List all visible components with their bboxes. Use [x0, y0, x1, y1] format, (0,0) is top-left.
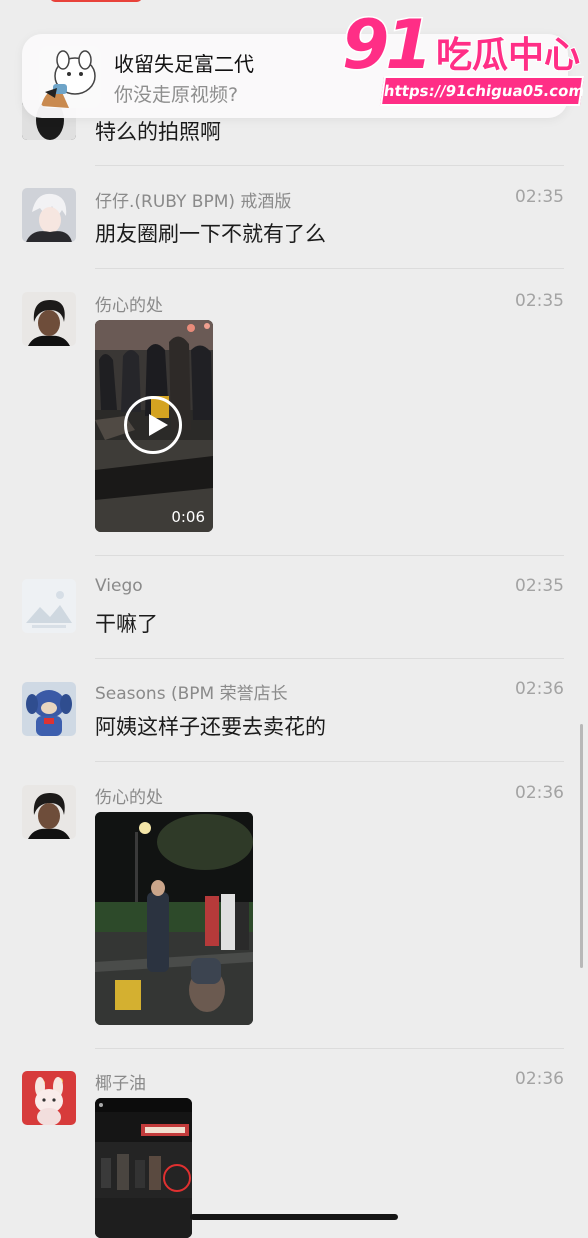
avatar[interactable] [22, 785, 76, 839]
avatar[interactable] [22, 579, 76, 633]
video-message[interactable] [95, 1098, 192, 1238]
sender-name: Seasons (BPM 荣誉店长 [95, 684, 288, 704]
divider [95, 658, 564, 659]
avatar[interactable] [22, 682, 76, 736]
divider [95, 1048, 564, 1049]
message-time: 02:35 [515, 291, 564, 311]
message-text: 朋友圈刷一下不就有了么 [95, 222, 326, 246]
watermark-logo: 91 [341, 6, 435, 85]
divider [95, 761, 564, 762]
divider [95, 555, 564, 556]
message-time: 02:35 [515, 187, 564, 207]
status-pill [50, 0, 142, 2]
avatar[interactable] [22, 1071, 76, 1125]
scrollbar[interactable] [580, 724, 583, 968]
watermark-url: https://91chigua05.com [379, 76, 585, 106]
message-time: 02:35 [515, 576, 564, 596]
video-duration: 0:06 [171, 508, 205, 526]
sender-name: 椰子油 [95, 1074, 146, 1094]
message-time: 02:36 [515, 1069, 564, 1089]
play-icon[interactable] [124, 396, 182, 454]
notification-title: 收留失足富二代 [114, 52, 254, 76]
watermark: 91 吃瓜中心 https://91chigua05.com [340, 6, 588, 110]
sender-name: 伤心的处 [95, 788, 163, 808]
divider [95, 268, 564, 269]
image-message[interactable] [95, 812, 253, 1025]
notification-avatar [39, 46, 101, 108]
home-indicator[interactable] [190, 1214, 398, 1220]
video-message[interactable]: 0:06 [95, 320, 213, 532]
sender-name: 仔仔.(RUBY BPM) 戒酒版 [95, 192, 292, 212]
sender-name: 伤心的处 [95, 296, 163, 316]
message-text: 特么的拍照啊 [95, 120, 221, 144]
watermark-name: 吃瓜中心 [435, 35, 581, 77]
message-time: 02:36 [515, 783, 564, 803]
message-text: 阿姨这样子还要去卖花的 [95, 715, 326, 739]
avatar[interactable] [22, 188, 76, 242]
notification-subtitle: 你没走原视频? [114, 84, 239, 106]
message-time: 02:36 [515, 679, 564, 699]
sender-name: Viego [95, 576, 143, 596]
avatar[interactable] [22, 292, 76, 346]
message-text: 干嘛了 [95, 612, 158, 636]
divider [95, 165, 564, 166]
